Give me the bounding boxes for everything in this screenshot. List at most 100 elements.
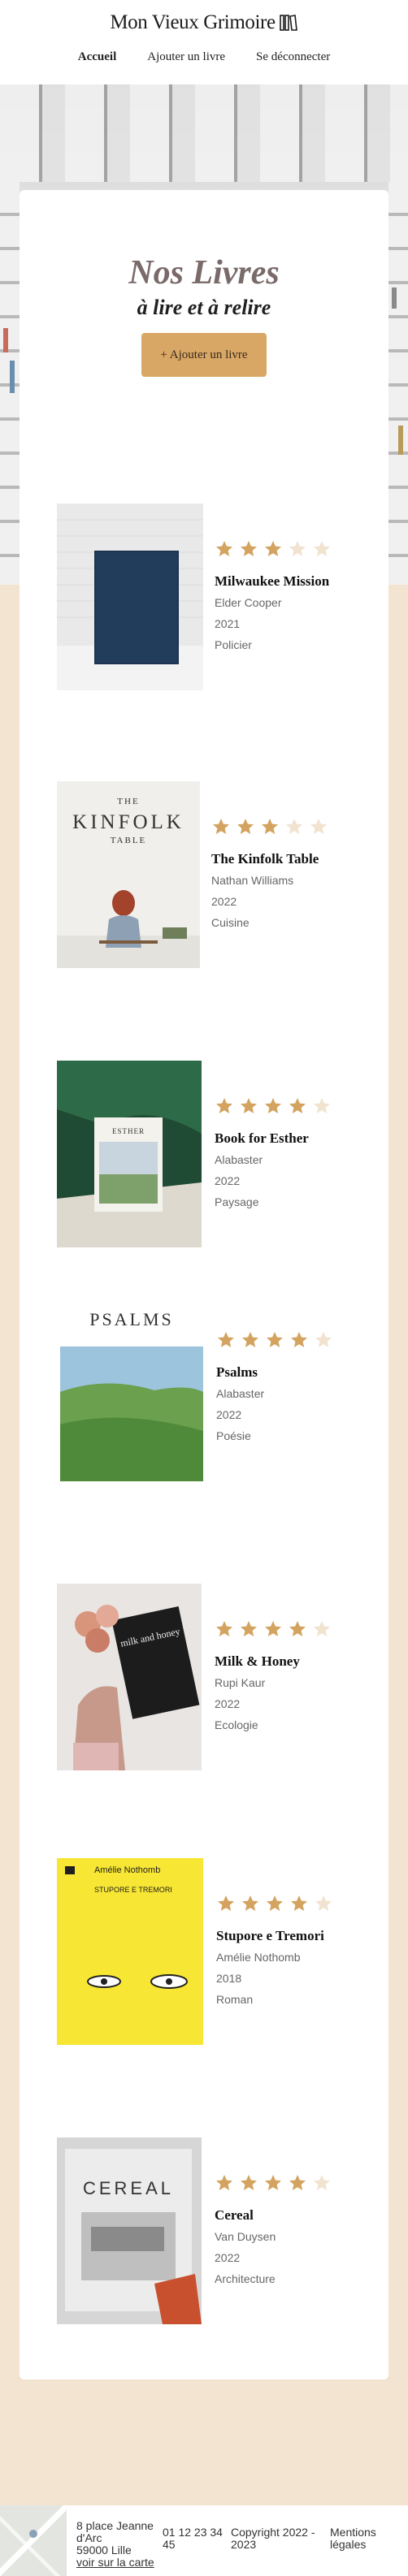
page-subtitle: à lire et à relire	[137, 296, 271, 319]
book-cover-image: CEREAL	[57, 2137, 202, 2324]
book-info: Stupore e Tremori Amélie Nothomb 2018 Ro…	[216, 1894, 379, 2006]
cover-text-cereal: CEREAL	[83, 2178, 174, 2198]
star-filled-icon	[265, 541, 281, 556]
book-genre: Poésie	[216, 1429, 251, 1442]
book-cover-image: THE KINFOLK TABLE	[57, 781, 200, 968]
book-genre: Architecture	[215, 2272, 276, 2285]
book-item[interactable]: Milwaukee Mission Elder Cooper 2021 Poli…	[57, 504, 382, 690]
star-filled-icon	[267, 1332, 283, 1347]
footer-legal-link[interactable]: Mentions légales	[330, 2526, 395, 2551]
cover-text-psalms: PSALMS	[89, 1309, 174, 1329]
star-filled-icon	[291, 1332, 307, 1347]
book-author: Van Duysen	[215, 2230, 276, 2243]
book-cover-image: PSALMS	[57, 1294, 203, 1481]
star-empty-icon	[314, 1621, 330, 1636]
book-title: Book for Esther	[215, 1130, 309, 1146]
star-empty-icon	[314, 1098, 330, 1113]
logo[interactable]: Mon Vieux Grimoire	[0, 11, 408, 34]
book-title: The Kinfolk Table	[211, 851, 319, 867]
book-title: Psalms	[216, 1364, 258, 1380]
map-pin-icon	[29, 2530, 37, 2538]
book-genre: Cuisine	[211, 916, 250, 929]
star-filled-icon	[241, 2175, 257, 2190]
star-filled-icon	[267, 1895, 283, 1911]
book-author: Nathan Williams	[211, 874, 294, 887]
spine-decoration	[3, 328, 8, 352]
star-filled-icon	[242, 1332, 258, 1347]
book-cover-image: Amélie Nothomb STUPORE E TREMORI	[57, 1858, 203, 2045]
star-filled-icon	[237, 819, 254, 834]
book-title: Cereal	[215, 2207, 254, 2223]
book-item[interactable]: milk and honey Milk & Honey Rupi Kaur 20…	[57, 1584, 382, 1770]
star-filled-icon	[216, 541, 232, 556]
map-link[interactable]: voir sur la carte	[76, 2556, 154, 2569]
star-filled-icon	[216, 2175, 232, 2190]
cover-text-esther: ESTHER	[112, 1127, 145, 1135]
star-filled-icon	[218, 1895, 234, 1911]
book-genre: Paysage	[215, 1195, 259, 1208]
add-book-button[interactable]: + Ajouter un livre	[141, 333, 267, 377]
nav-item-home[interactable]: Accueil	[78, 50, 116, 64]
book-year: 2022	[215, 1697, 241, 1710]
book-item[interactable]: ESTHER Book for Esther Alabaster 2022 Pa…	[57, 1061, 382, 1247]
book-info: Psalms Alabaster 2022 Poésie	[216, 1330, 379, 1442]
brand-name: Mon Vieux Grimoire	[110, 11, 276, 33]
star-empty-icon	[286, 819, 302, 834]
book-cover-image: milk and honey	[57, 1584, 202, 1770]
book-info: Milwaukee Mission Elder Cooper 2021 Poli…	[215, 539, 377, 651]
star-filled-icon	[213, 819, 229, 834]
book-title: Milwaukee Mission	[215, 573, 330, 589]
book-year: 2021	[215, 617, 241, 630]
book-item[interactable]: CEREAL Cereal Van Duysen 2022 Architectu…	[57, 2137, 382, 2324]
site-footer: 8 place Jeanne d'Arc 59000 Lille voir su…	[0, 2505, 408, 2576]
star-empty-icon	[310, 819, 327, 834]
star-empty-icon	[314, 541, 330, 556]
cover-text-line3: TABLE	[111, 836, 147, 845]
rating-stars	[211, 817, 374, 836]
spine-decoration	[10, 361, 15, 393]
spine-decoration	[398, 426, 403, 455]
rating-stars	[215, 1096, 377, 1116]
book-genre: Ecologie	[215, 1718, 258, 1731]
cover-text-line1: THE	[117, 797, 139, 806]
star-filled-icon	[241, 1098, 257, 1113]
star-filled-icon	[265, 1098, 281, 1113]
star-filled-icon	[216, 1621, 232, 1636]
cover-text-stupore-author: Amélie Nothomb	[94, 1865, 160, 1875]
book-year: 2022	[215, 1174, 241, 1187]
book-author: Alabaster	[216, 1387, 265, 1400]
book-year: 2018	[216, 1972, 242, 1985]
book-info: Book for Esther Alabaster 2022 Paysage	[215, 1096, 377, 1208]
book-item[interactable]: PSALMS Psalms Alabaster 2022 Poésie	[57, 1294, 382, 1481]
star-filled-icon	[241, 1621, 257, 1636]
footer-copyright: Copyright 2022 - 2023	[231, 2526, 315, 2551]
rating-stars	[215, 2173, 377, 2193]
address-line: d'Arc	[76, 2531, 102, 2544]
nav-item-logout[interactable]: Se déconnecter	[256, 50, 330, 64]
book-author: Rupi Kaur	[215, 1676, 266, 1689]
book-info: Milk & Honey Rupi Kaur 2022 Ecologie	[215, 1619, 377, 1731]
nav-item-add-book[interactable]: Ajouter un livre	[147, 50, 225, 64]
book-item[interactable]: THE KINFOLK TABLE The Kinfolk Table Nath…	[57, 781, 382, 968]
address-line: 59000 Lille	[76, 2544, 132, 2557]
book-year: 2022	[216, 1408, 242, 1421]
star-empty-icon	[315, 1895, 332, 1911]
star-filled-icon	[289, 2175, 306, 2190]
address-line: 8 place Jeanne	[76, 2519, 154, 2532]
book-logo-icon	[279, 15, 297, 31]
map-thumbnail[interactable]	[0, 2505, 67, 2576]
book-year: 2022	[215, 2251, 241, 2264]
book-year: 2022	[211, 895, 237, 908]
rating-stars	[215, 539, 377, 559]
book-author: Amélie Nothomb	[216, 1951, 301, 1964]
shelf-right-decoration	[388, 182, 408, 585]
main-nav: Accueil Ajouter un livre Se déconnecter	[0, 50, 408, 64]
ceiling-decoration	[0, 84, 408, 182]
rating-stars	[216, 1894, 379, 1913]
book-item[interactable]: Amélie Nothomb STUPORE E TREMORI Stupore…	[57, 1858, 382, 2045]
book-title: Milk & Honey	[215, 1653, 300, 1669]
star-filled-icon	[242, 1895, 258, 1911]
star-filled-icon	[289, 1098, 306, 1113]
star-filled-icon	[262, 819, 278, 834]
page-title: Nos Livres	[128, 254, 280, 292]
